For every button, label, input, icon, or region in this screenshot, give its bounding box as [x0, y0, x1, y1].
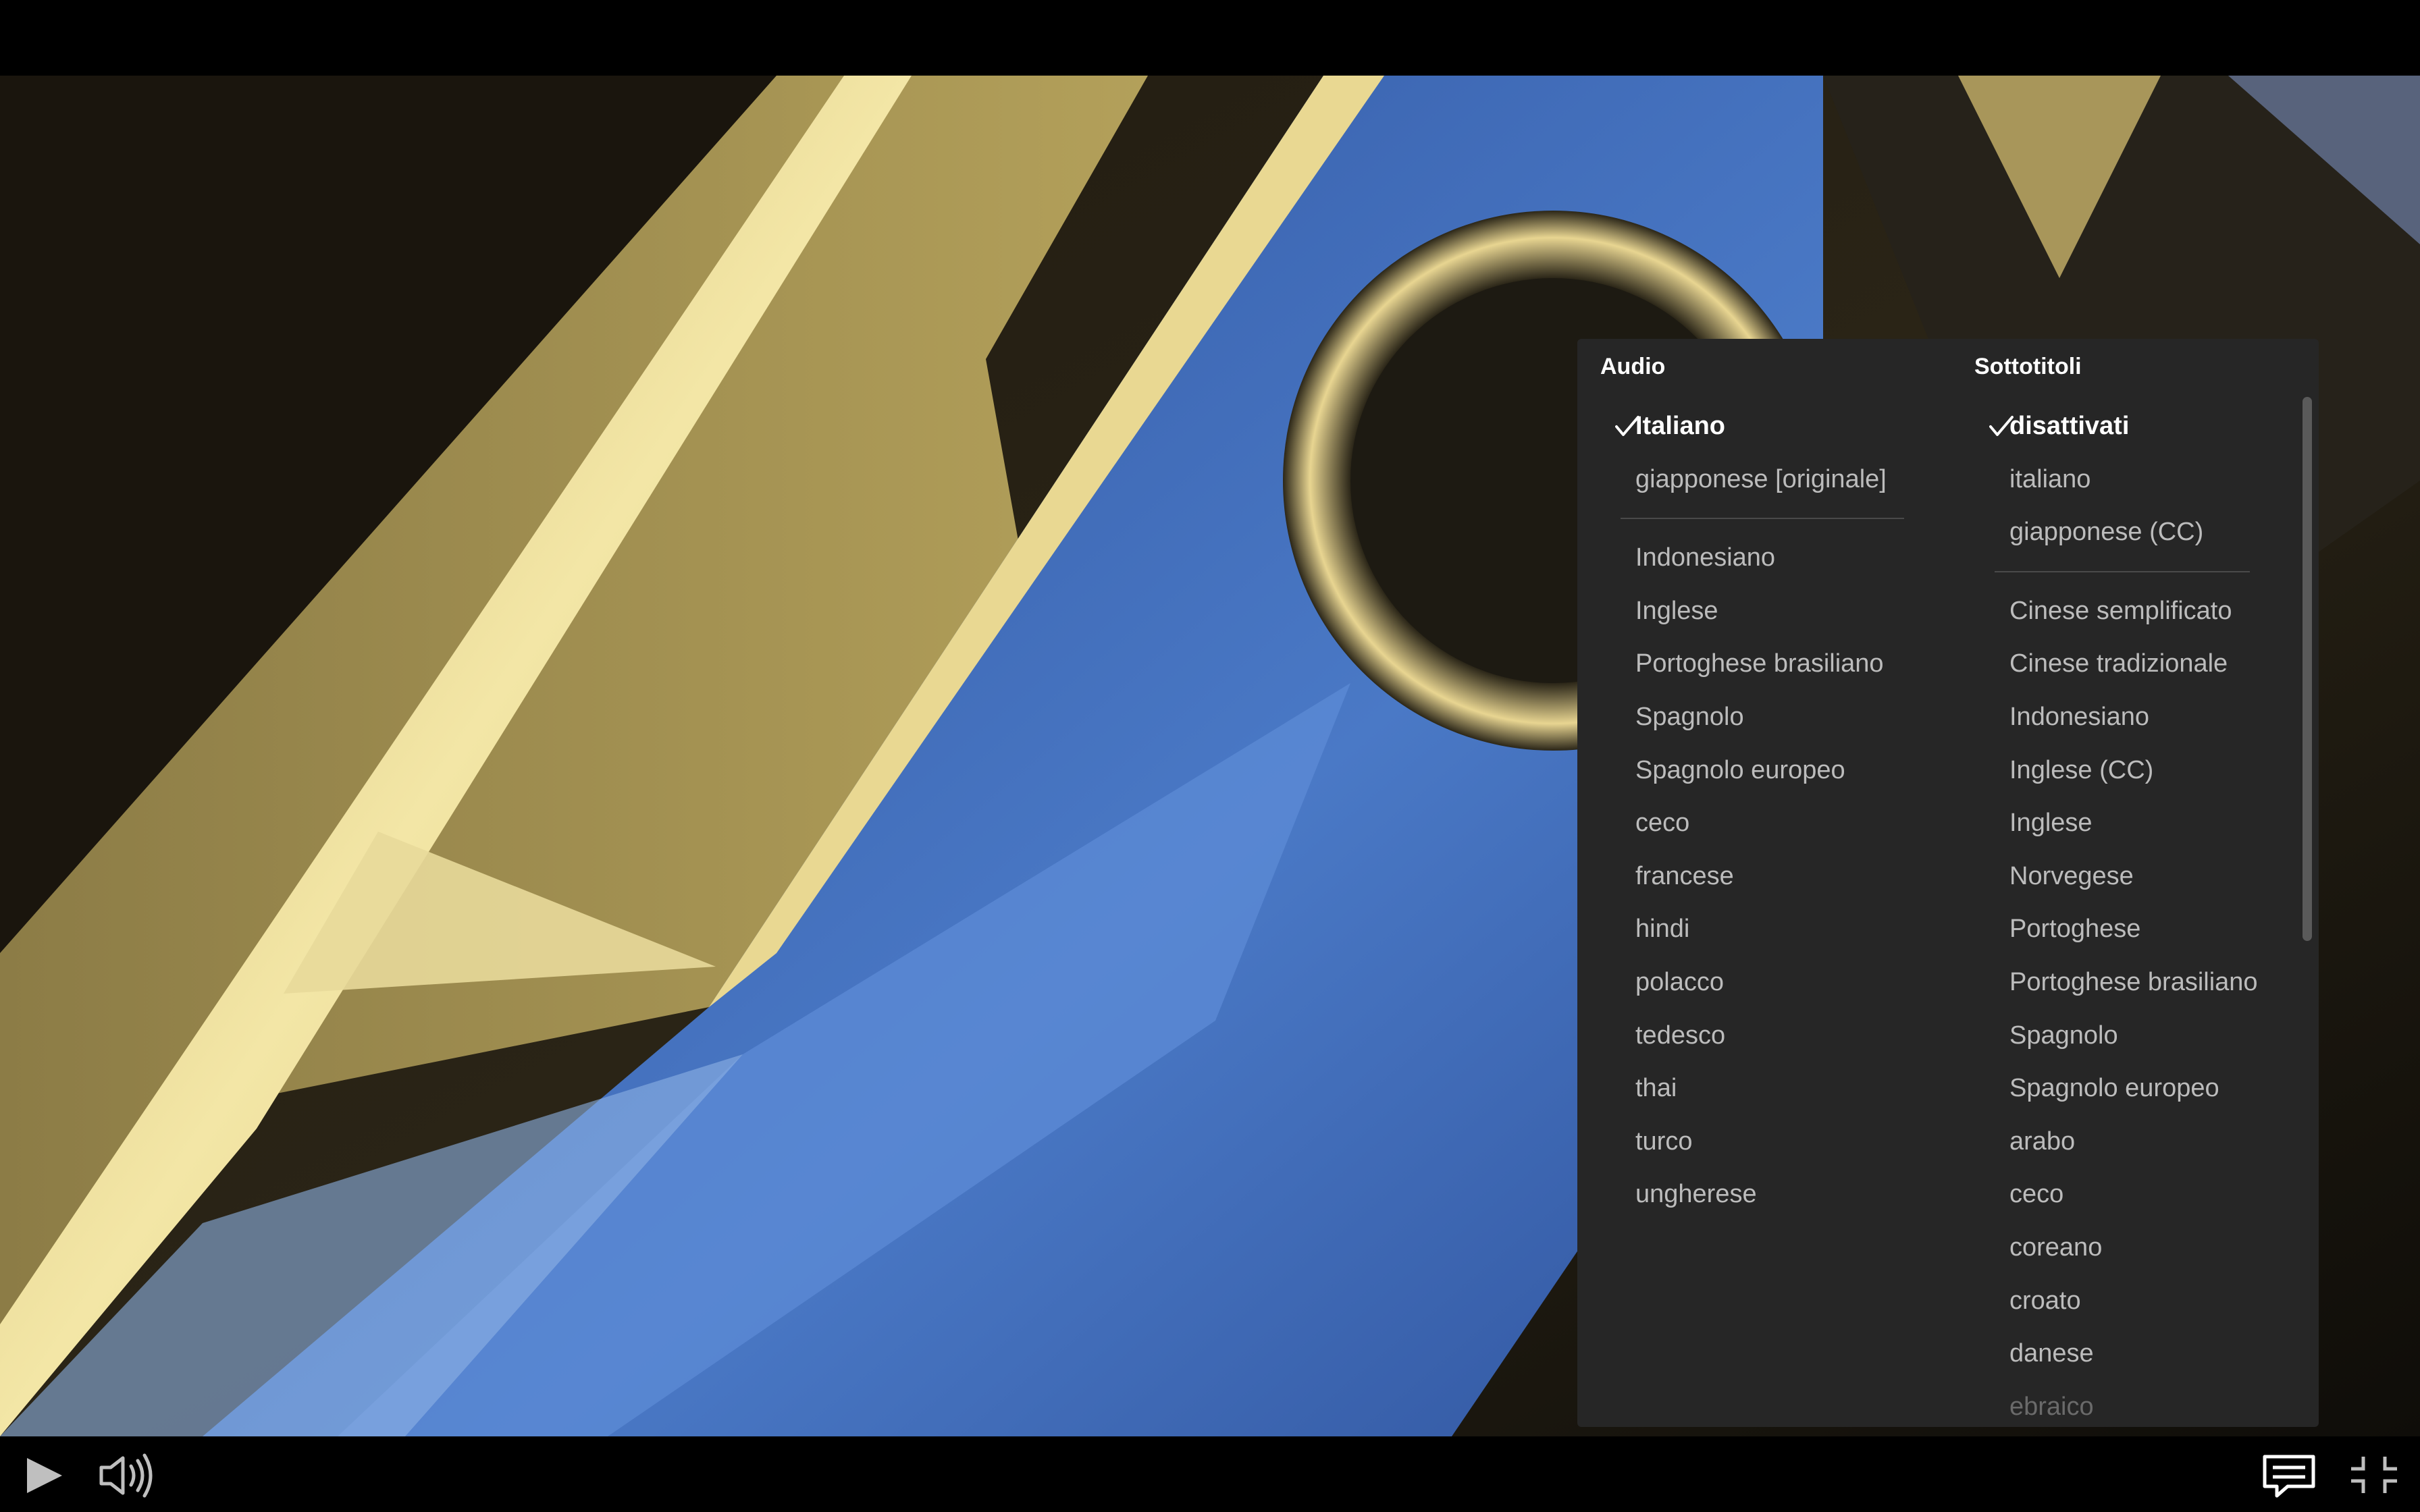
subtitles-option[interactable]: italiano: [1974, 453, 2298, 506]
audio-option[interactable]: Portoghese brasiliano: [1600, 637, 1951, 691]
exit-fullscreen-button[interactable]: [2347, 1436, 2401, 1512]
audio-option[interactable]: turco: [1600, 1115, 1951, 1168]
audio-option[interactable]: Italiano: [1600, 400, 1951, 453]
subtitles-header: Sottotitoli: [1974, 354, 2082, 379]
video-player: Audio Italiano giapponese [originale] Indo…: [0, 0, 2420, 1512]
subtitles-option-label: coreano: [2009, 1233, 2103, 1262]
audio-option-label: Spagnolo europeo: [1635, 755, 1845, 784]
audio-option-label: Indonesiano: [1635, 543, 1776, 572]
subtitles-option[interactable]: Portoghese: [1974, 902, 2298, 956]
subtitles-option-label: arabo: [2009, 1127, 2076, 1156]
checkmark-icon: [1989, 400, 2014, 453]
subtitles-option-label: Inglese (CC): [2009, 755, 2154, 784]
audio-option-label: giapponese [originale]: [1635, 464, 1887, 493]
player-controls: [0, 1436, 2420, 1512]
audio-option[interactable]: Indonesiano: [1600, 531, 1951, 585]
subtitles-option-label: disattivati: [2009, 412, 2130, 440]
audio-option[interactable]: Spagnolo europeo: [1600, 744, 1951, 797]
volume-icon: [99, 1453, 153, 1498]
subtitles-option[interactable]: giapponese (CC): [1974, 506, 2298, 559]
audio-option-label: Italiano: [1635, 412, 1726, 440]
subtitles-option-label: Norvegese: [2009, 861, 2134, 890]
audio-header: Audio: [1600, 354, 1666, 379]
subtitles-option[interactable]: danese: [1974, 1327, 2298, 1380]
subtitles-option[interactable]: Indonesiano: [1974, 691, 2298, 744]
audio-option-label: Inglese: [1635, 596, 1718, 625]
subtitles-option-label: Spagnolo: [2009, 1021, 2118, 1050]
audio-option-label: polacco: [1635, 967, 1724, 996]
audio-option[interactable]: ceco: [1600, 796, 1951, 850]
audio-option-label: tedesco: [1635, 1021, 1726, 1050]
subtitles-option[interactable]: coreano: [1974, 1221, 2298, 1274]
subtitles-icon: [2263, 1455, 2315, 1498]
audio-option-label: Spagnolo: [1635, 702, 1744, 731]
subtitles-option[interactable]: Cinese semplificato: [1974, 585, 2298, 638]
audio-subtitles-panel: Audio Italiano giapponese [originale] Indo…: [1577, 339, 2319, 1427]
subtitles-option[interactable]: ebraico: [1974, 1380, 2298, 1427]
audio-option[interactable]: Inglese: [1600, 585, 1951, 638]
subtitles-scrollbar[interactable]: [2303, 397, 2312, 941]
subtitles-option-label: Cinese tradizionale: [2009, 649, 2228, 678]
audio-option[interactable]: thai: [1600, 1062, 1951, 1115]
subtitles-option-label: italiano: [2009, 464, 2091, 493]
checkmark-icon: [1615, 400, 1639, 453]
play-icon: [27, 1458, 62, 1493]
volume-button[interactable]: [96, 1436, 157, 1512]
subtitles-option[interactable]: Inglese (CC): [1974, 744, 2298, 797]
audio-divider: [1600, 506, 1951, 531]
audio-list: Italiano giapponese [originale] Indonesian…: [1600, 400, 1951, 1221]
subtitles-option[interactable]: croato: [1974, 1274, 2298, 1328]
audio-option[interactable]: francese: [1600, 850, 1951, 903]
subtitles-option-label: danese: [2009, 1339, 2094, 1368]
play-button[interactable]: [20, 1436, 68, 1512]
subtitles-option[interactable]: Spagnolo: [1974, 1009, 2298, 1062]
subtitles-divider: [1974, 559, 2298, 585]
subtitles-option-label: Portoghese: [2009, 915, 2141, 944]
subtitles-option-label: croato: [2009, 1286, 2081, 1315]
subtitles-option-label: giapponese (CC): [2009, 518, 2204, 547]
subtitles-button[interactable]: [2261, 1436, 2317, 1512]
audio-column: Audio Italiano giapponese [originale] Indo…: [1600, 339, 1951, 1427]
audio-option-label: francese: [1635, 861, 1734, 890]
subtitles-option-label: Indonesiano: [2009, 702, 2150, 731]
audio-option-label: thai: [1635, 1074, 1677, 1103]
subtitles-option[interactable]: Portoghese brasiliano: [1974, 956, 2298, 1009]
audio-option[interactable]: Spagnolo: [1600, 691, 1951, 744]
audio-option[interactable]: ungherese: [1600, 1168, 1951, 1221]
subtitles-option-label: ceco: [2009, 1180, 2064, 1209]
subtitles-option[interactable]: Norvegese: [1974, 850, 2298, 903]
subtitles-option-label: Portoghese brasiliano: [2009, 967, 2258, 996]
audio-option-label: ungherese: [1635, 1180, 1757, 1209]
audio-option-label: turco: [1635, 1127, 1693, 1156]
audio-option[interactable]: polacco: [1600, 956, 1951, 1009]
subtitles-column: Sottotitoli disattivati italiano giappones…: [1974, 339, 2298, 1427]
subtitles-option[interactable]: arabo: [1974, 1115, 2298, 1168]
subtitles-option[interactable]: Spagnolo europeo: [1974, 1062, 2298, 1115]
audio-option[interactable]: hindi: [1600, 902, 1951, 956]
subtitles-option-label: Spagnolo europeo: [2009, 1074, 2219, 1103]
subtitles-option-label: Inglese: [2009, 809, 2093, 838]
audio-option[interactable]: tedesco: [1600, 1009, 1951, 1062]
audio-option-label: ceco: [1635, 809, 1690, 838]
subtitles-option[interactable]: ceco: [1974, 1168, 2298, 1221]
subtitles-option[interactable]: disattivati: [1974, 400, 2298, 453]
audio-option-label: hindi: [1635, 915, 1690, 944]
exit-fullscreen-icon: [2351, 1457, 2397, 1493]
subtitles-option[interactable]: Inglese: [1974, 796, 2298, 850]
audio-option-label: Portoghese brasiliano: [1635, 649, 1884, 678]
subtitles-option-label: Cinese semplificato: [2009, 596, 2232, 625]
subtitles-option-label: ebraico: [2009, 1392, 2094, 1421]
subtitles-option[interactable]: Cinese tradizionale: [1974, 637, 2298, 691]
audio-option[interactable]: giapponese [originale]: [1600, 453, 1951, 506]
subtitles-list: disattivati italiano giapponese (CC) Cinese…: [1974, 400, 2298, 1427]
